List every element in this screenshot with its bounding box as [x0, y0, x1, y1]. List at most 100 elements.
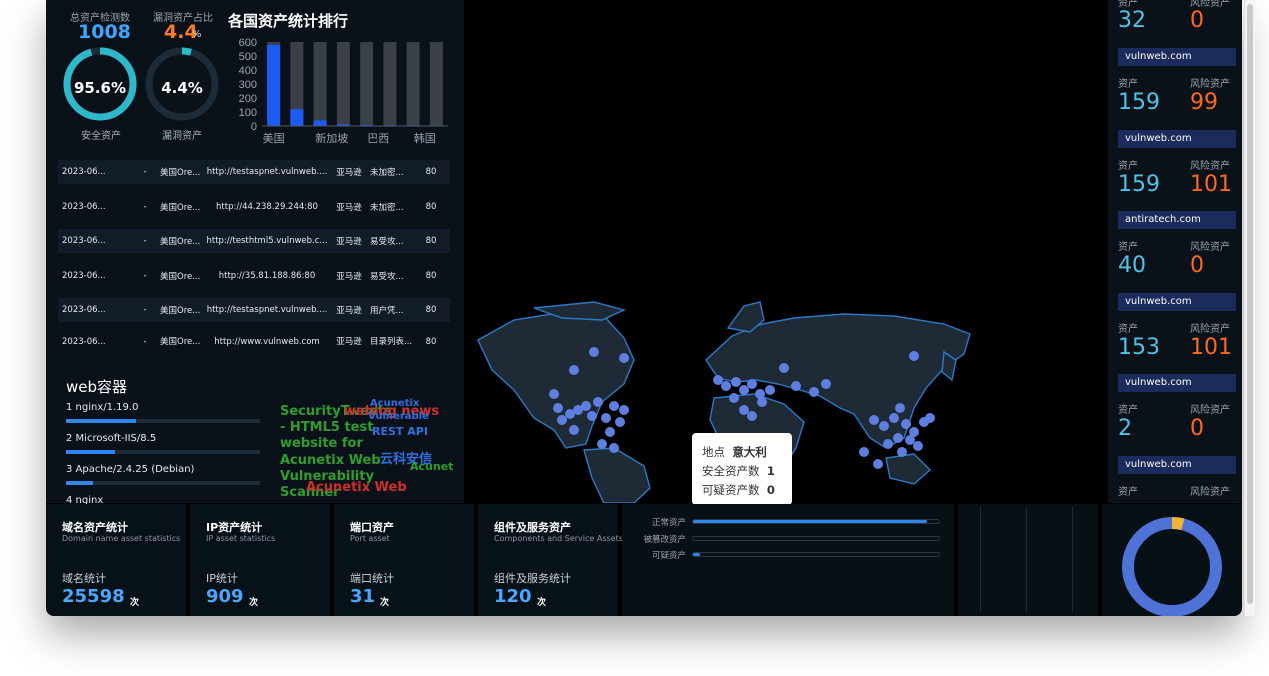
map-marker[interactable] — [747, 411, 757, 421]
indonesia-landmass — [885, 453, 932, 485]
map-marker[interactable] — [587, 411, 597, 421]
table-row[interactable]: 2023-06... - 美国Ore... http://35.81.188.86:8… — [58, 264, 450, 288]
table-cell: http://testaspnet.vulnweb.... — [206, 167, 328, 177]
map-marker[interactable] — [873, 459, 883, 469]
table-cell: 亚马逊 — [336, 168, 362, 178]
map-marker[interactable] — [569, 425, 579, 435]
table-cell: - — [143, 305, 147, 316]
domain-tag[interactable]: vulnweb.com — [1118, 456, 1236, 474]
map-marker[interactable] — [619, 405, 629, 415]
bar[interactable] — [313, 120, 327, 126]
domain-tag[interactable]: vulnweb.com — [1118, 129, 1236, 148]
stat-card-unit: 次 — [130, 598, 140, 608]
risk-label: 风险资产 — [1190, 242, 1230, 254]
word-cloud-word: - HTML5 test — [280, 420, 374, 435]
map-marker[interactable] — [557, 415, 567, 425]
stat-card-label: 组件及服务统计 — [494, 572, 571, 585]
map-marker[interactable] — [791, 381, 801, 391]
domain-tag[interactable]: vulnweb.com — [1118, 48, 1236, 66]
bar[interactable] — [290, 109, 304, 126]
map-marker[interactable] — [905, 435, 915, 445]
map-marker[interactable] — [731, 377, 741, 387]
map-marker[interactable] — [913, 441, 923, 451]
table-row[interactable]: 2023-06... - 美国Ore... http://www.vulnweb.co… — [58, 333, 450, 347]
map-marker[interactable] — [893, 433, 903, 443]
table-cell: 亚马逊 — [336, 237, 362, 248]
map-marker[interactable] — [747, 379, 757, 389]
asset-label: 资产 — [1118, 79, 1138, 90]
map-marker[interactable] — [609, 401, 619, 411]
stat-card-value: 120 — [494, 586, 532, 607]
domain-tag[interactable]: antiratech.com — [1118, 211, 1236, 230]
y-tick-label: 500 — [239, 51, 257, 63]
map-marker[interactable] — [889, 413, 899, 423]
map-marker[interactable] — [569, 365, 579, 375]
stat-card[interactable]: 域名资产统计 Domain name asset statistics 域名统计 25… — [46, 504, 186, 616]
top-risk-value: 0 — [1190, 8, 1204, 33]
y-tick-label: 300 — [239, 79, 257, 91]
stat-card[interactable]: 端口资产 Port asset 端口统计 31 次 — [334, 504, 474, 616]
domain-tag[interactable]: vulnweb.com — [1118, 292, 1236, 311]
asset-status-panel: 正常资产 被篡改资产 可疑资产 — [622, 504, 954, 616]
stat-card-value: 25598 — [62, 586, 125, 607]
map-marker[interactable] — [739, 385, 749, 395]
map-marker[interactable] — [739, 405, 749, 415]
map-marker[interactable] — [593, 397, 603, 407]
risk-label: 风险资产 — [1190, 323, 1230, 335]
web-container-bar-fill — [66, 419, 136, 423]
map-marker[interactable] — [901, 419, 911, 429]
table-cell: 美国Ore... — [160, 202, 201, 213]
map-marker[interactable] — [859, 447, 869, 457]
table-cell: 美国Ore... — [160, 271, 201, 282]
bar[interactable] — [267, 44, 281, 126]
table-row[interactable]: 2023-06... - 美国Ore... http://44.238.29.244:… — [58, 195, 450, 219]
map-marker[interactable] — [809, 387, 819, 397]
stat-card-unit: 次 — [380, 598, 390, 608]
map-marker[interactable] — [609, 443, 619, 453]
map-marker[interactable] — [589, 347, 599, 357]
table-row[interactable]: 2023-06... - 美国Ore... http://testhtml5.vuln… — [58, 229, 450, 254]
map-tooltip: 地点 意大利 安全资产数 1 可疑资产数 0 — [692, 433, 792, 505]
map-marker[interactable] — [883, 439, 893, 449]
status-bar — [692, 519, 940, 524]
table-cell: 美国Ore... — [160, 306, 201, 317]
bar-background — [406, 42, 420, 126]
map-marker[interactable] — [605, 427, 615, 437]
map-marker[interactable] — [615, 417, 625, 427]
map-marker[interactable] — [553, 403, 563, 413]
map-marker[interactable] — [779, 363, 789, 373]
scrollbar-thumb[interactable] — [1247, 4, 1253, 604]
table-row[interactable]: 2023-06... - 美国Ore... http://testaspnet.vul… — [58, 298, 450, 323]
domain-tag[interactable]: vulnweb.com — [1118, 374, 1236, 393]
map-marker[interactable] — [895, 403, 905, 413]
map-marker[interactable] — [765, 385, 775, 395]
risk-label: 风险资产 — [1190, 160, 1230, 172]
map-marker[interactable] — [597, 439, 607, 449]
web-container-title: web容器 — [66, 378, 128, 396]
map-marker[interactable] — [729, 393, 739, 403]
map-marker[interactable] — [757, 397, 767, 407]
map-marker[interactable] — [713, 375, 723, 385]
map-marker[interactable] — [909, 351, 919, 361]
asset-label: 资产 — [1118, 487, 1138, 498]
map-marker[interactable] — [879, 421, 889, 431]
stat-card-subtitle: Domain name asset statistics — [62, 534, 181, 543]
map-marker[interactable] — [925, 413, 935, 423]
y-tick-label: 0 — [251, 121, 257, 133]
map-marker[interactable] — [601, 413, 611, 423]
map-marker[interactable] — [619, 353, 629, 363]
map-marker[interactable] — [549, 389, 559, 399]
x-tick-label: 美国 — [263, 132, 285, 145]
page-scrollbar[interactable] — [1244, 0, 1255, 616]
stat-card[interactable]: 组件及服务资产 Components and Service Assets 组件及服… — [478, 504, 623, 616]
stat-card[interactable]: IP资产统计 IP asset statistics IP统计 909 次 — [190, 504, 330, 616]
table-row[interactable]: 2023-06... - 美国Ore... http://testaspnet.vul… — [58, 160, 450, 184]
asset-donut-chart — [1122, 517, 1222, 616]
asset-value: 153 — [1118, 334, 1160, 360]
table-cell: 美国Ore... — [160, 237, 201, 248]
map-marker[interactable] — [869, 415, 879, 425]
map-marker[interactable] — [897, 447, 907, 457]
map-marker[interactable] — [581, 401, 591, 411]
map-marker[interactable] — [721, 381, 731, 391]
map-marker[interactable] — [821, 379, 831, 389]
